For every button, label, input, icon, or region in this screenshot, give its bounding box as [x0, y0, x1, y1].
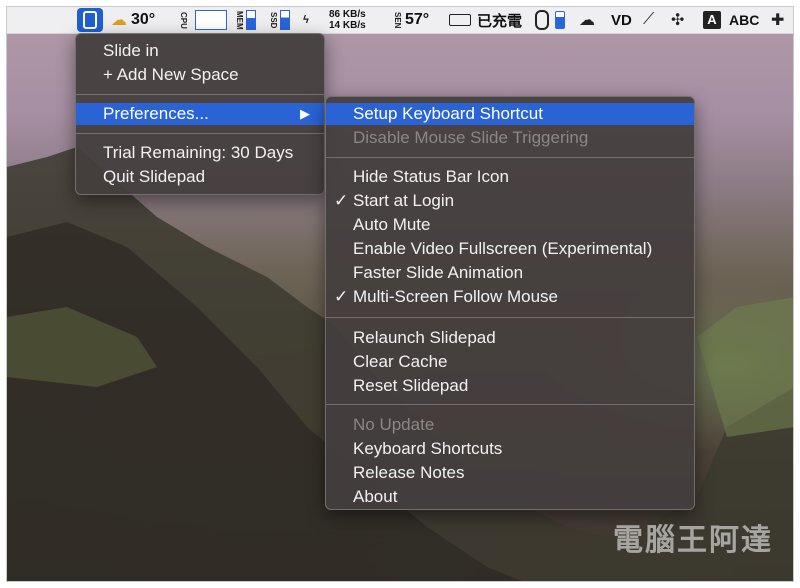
menu-bar: ☁ 30° CPU MEM SSD ϟ 86 KB/s 14 KB/s SEN … [7, 7, 793, 34]
site-watermark: 電腦王阿達 [613, 524, 773, 557]
menu-item-label: Start at Login [353, 191, 455, 210]
menu-item-setup-keyboard-shortcut[interactable]: Setup Keyboard Shortcut [326, 103, 694, 125]
cpu-label: CPU [179, 11, 188, 29]
menu-item-slide-in[interactable]: Slide in [76, 40, 324, 62]
battery-icon [449, 14, 471, 26]
menu-item-start-at-login[interactable]: ✓ Start at Login [326, 190, 694, 212]
input-source-menu[interactable]: A ABC [703, 7, 759, 33]
menu-item-label: Preferences... [103, 104, 209, 123]
menu-item-label: Clear Cache [353, 352, 448, 371]
menu-separator [326, 317, 694, 318]
menu-item-label: Release Notes [353, 463, 465, 482]
menu-separator [326, 404, 694, 405]
menu-item-enable-video-fullscreen[interactable]: Enable Video Fullscreen (Experimental) [326, 238, 694, 260]
menu-item-preferences[interactable]: Preferences... ▶ [76, 103, 324, 125]
menu-item-label: Quit Slidepad [103, 167, 206, 186]
cpu-monitor[interactable]: CPU [179, 7, 188, 33]
checkmark-icon: ✓ [334, 287, 349, 306]
menu-item-quit-slidepad[interactable]: Quit Slidepad [76, 166, 324, 188]
weather-widget[interactable]: ☁ 30° [111, 7, 155, 33]
menu-item-label: Relaunch Slidepad [353, 328, 496, 347]
cpu-graph [195, 7, 227, 33]
sensor-monitor[interactable]: SEN 57° [393, 7, 429, 33]
slidepad-app-menu: Slide in + Add New Space Preferences... … [75, 33, 325, 195]
preferences-submenu: Setup Keyboard Shortcut Disable Mouse Sl… [325, 96, 695, 510]
sensor-temp-readout: 57° [405, 11, 430, 28]
menu-item-disable-mouse-slide-triggering: Disable Mouse Slide Triggering [326, 127, 694, 149]
menu-item-release-notes[interactable]: Release Notes [326, 462, 694, 484]
menu-item-faster-slide-animation[interactable]: Faster Slide Animation [326, 262, 694, 284]
menu-item-label: Disable Mouse Slide Triggering [353, 128, 589, 147]
airdrop-icon[interactable]: ⟋ [643, 7, 654, 33]
fan-icon[interactable]: ✣ [671, 7, 684, 33]
menu-item-label: Faster Slide Animation [353, 263, 524, 282]
network-monitor[interactable]: 86 KB/s 14 KB/s [329, 7, 366, 33]
mem-label: MEM [235, 10, 244, 30]
input-source-label: ABC [729, 12, 760, 28]
mem-monitor[interactable]: MEM [235, 7, 256, 33]
cloud-sync-icon[interactable]: ☁ [579, 7, 595, 33]
mouse-icon[interactable] [535, 7, 549, 33]
menu-item-label: Auto Mute [353, 215, 431, 234]
mem-bar [246, 10, 256, 30]
menu-separator [76, 94, 324, 95]
menu-item-hide-status-bar-icon[interactable]: Hide Status Bar Icon [326, 166, 694, 188]
screenshot-frame: ☁ 30° CPU MEM SSD ϟ 86 KB/s 14 KB/s SEN … [6, 6, 794, 582]
power-icon[interactable]: ϟ [303, 7, 309, 33]
ssd-label: SSD [269, 11, 278, 29]
menu-item-label: Hide Status Bar Icon [353, 167, 509, 186]
menu-item-label: Slide in [103, 41, 159, 60]
menu-item-about[interactable]: About [326, 486, 694, 508]
checkmark-icon: ✓ [334, 191, 349, 210]
menu-item-label: Reset Slidepad [353, 376, 469, 395]
input-source-badge: A [703, 11, 721, 29]
menu-item-clear-cache[interactable]: Clear Cache [326, 351, 694, 373]
menu-item-label: Trial Remaining: 30 Days [103, 143, 294, 162]
plus-extension-icon[interactable]: ✚ [771, 7, 784, 33]
device-battery-icon[interactable] [555, 7, 565, 33]
menu-item-no-update: No Update [326, 414, 694, 436]
menu-item-label: About [353, 487, 398, 506]
menu-item-trial-remaining: Trial Remaining: 30 Days [76, 142, 324, 164]
menu-item-label: + Add New Space [103, 65, 239, 84]
menu-item-keyboard-shortcuts[interactable]: Keyboard Shortcuts [326, 438, 694, 460]
menu-separator [76, 133, 324, 134]
menu-separator [326, 157, 694, 158]
menu-item-multi-screen-follow-mouse[interactable]: ✓ Multi-Screen Follow Mouse [326, 286, 694, 308]
network-upload: 86 KB/s [329, 9, 366, 20]
menu-item-label: Keyboard Shortcuts [353, 439, 503, 458]
menu-item-auto-mute[interactable]: Auto Mute [326, 214, 694, 236]
slidepad-status-icon[interactable] [77, 8, 103, 32]
vd-app-icon[interactable]: VD [611, 7, 632, 33]
menu-item-label: Enable Video Fullscreen (Experimental) [353, 239, 653, 258]
menu-item-relaunch-slidepad[interactable]: Relaunch Slidepad [326, 327, 694, 349]
partly-cloudy-icon: ☁ [111, 12, 127, 29]
menu-item-label: Setup Keyboard Shortcut [353, 104, 543, 123]
submenu-arrow-icon: ▶ [300, 106, 310, 121]
menu-item-label: Multi-Screen Follow Mouse [353, 287, 559, 306]
charging-status: 已充電 [477, 12, 523, 30]
battery-widget[interactable]: 已充電 [449, 7, 522, 33]
ssd-monitor[interactable]: SSD [269, 7, 290, 33]
sen-label: SEN [393, 11, 402, 29]
menu-item-reset-slidepad[interactable]: Reset Slidepad [326, 375, 694, 397]
temperature-readout: 30° [131, 11, 156, 28]
network-download: 14 KB/s [329, 20, 366, 31]
ssd-bar [280, 10, 290, 30]
menu-item-add-new-space[interactable]: + Add New Space [76, 64, 324, 86]
menu-item-label: No Update [353, 415, 435, 434]
